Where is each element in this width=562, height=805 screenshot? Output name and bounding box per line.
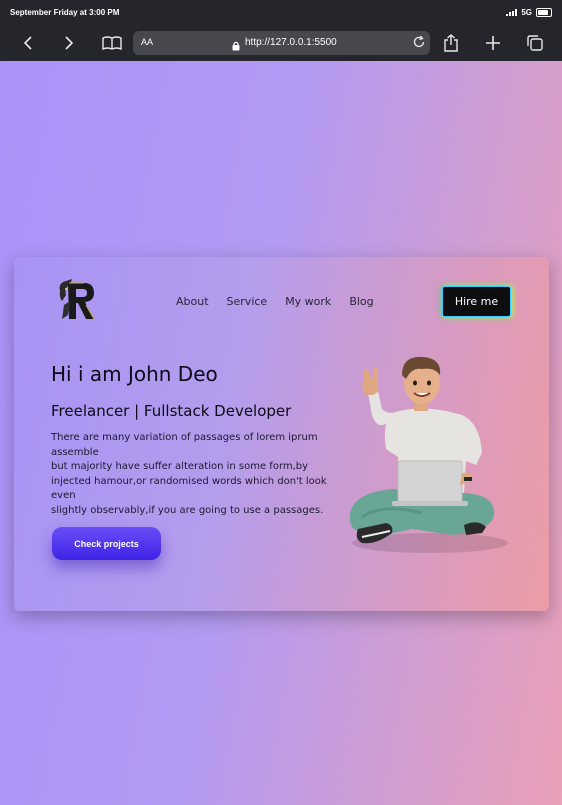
check-projects-button[interactable]: Check projects <box>52 527 161 560</box>
nav-service[interactable]: Service <box>227 295 268 308</box>
network-label: 5G <box>521 8 532 17</box>
back-icon[interactable] <box>16 32 40 54</box>
nav-my-work[interactable]: My work <box>285 295 331 308</box>
status-bar: September Friday at 3:00 PM 5G <box>0 0 562 26</box>
status-time: September Friday at 3:00 PM <box>10 8 120 17</box>
nav-about[interactable]: About <box>176 295 209 308</box>
nav-blog[interactable]: Blog <box>349 295 373 308</box>
url-text: http://127.0.0.1:5500 <box>245 37 337 48</box>
forward-icon[interactable] <box>57 32 81 54</box>
text-size-button[interactable]: AA <box>141 37 153 47</box>
hero-role: Freelancer | Fullstack Developer <box>51 402 292 420</box>
tabs-overview-icon[interactable] <box>523 32 547 54</box>
status-indicators: 5G <box>506 8 552 17</box>
hero-card: About Service My work Blog Hire me Hi i … <box>14 257 549 611</box>
bookmarks-icon[interactable] <box>100 32 124 54</box>
battery-icon <box>536 8 552 17</box>
browser-toolbar: AA http://127.0.0.1:5500 <box>0 26 562 61</box>
site-logo[interactable] <box>54 275 98 325</box>
signal-icon <box>506 9 518 16</box>
address-bar[interactable]: AA http://127.0.0.1:5500 <box>133 31 430 55</box>
lock-icon <box>232 38 240 56</box>
new-tab-icon[interactable] <box>481 32 505 54</box>
reload-icon[interactable] <box>412 35 426 54</box>
hero-description: There are many variation of passages of … <box>51 432 327 516</box>
main-nav: About Service My work Blog <box>176 295 392 308</box>
hero-greeting: Hi i am John Deo <box>51 362 218 386</box>
page-background: About Service My work Blog Hire me Hi i … <box>0 61 562 805</box>
hire-me-button[interactable]: Hire me <box>443 287 510 316</box>
share-icon[interactable] <box>439 32 463 54</box>
developer-illustration <box>342 353 512 563</box>
